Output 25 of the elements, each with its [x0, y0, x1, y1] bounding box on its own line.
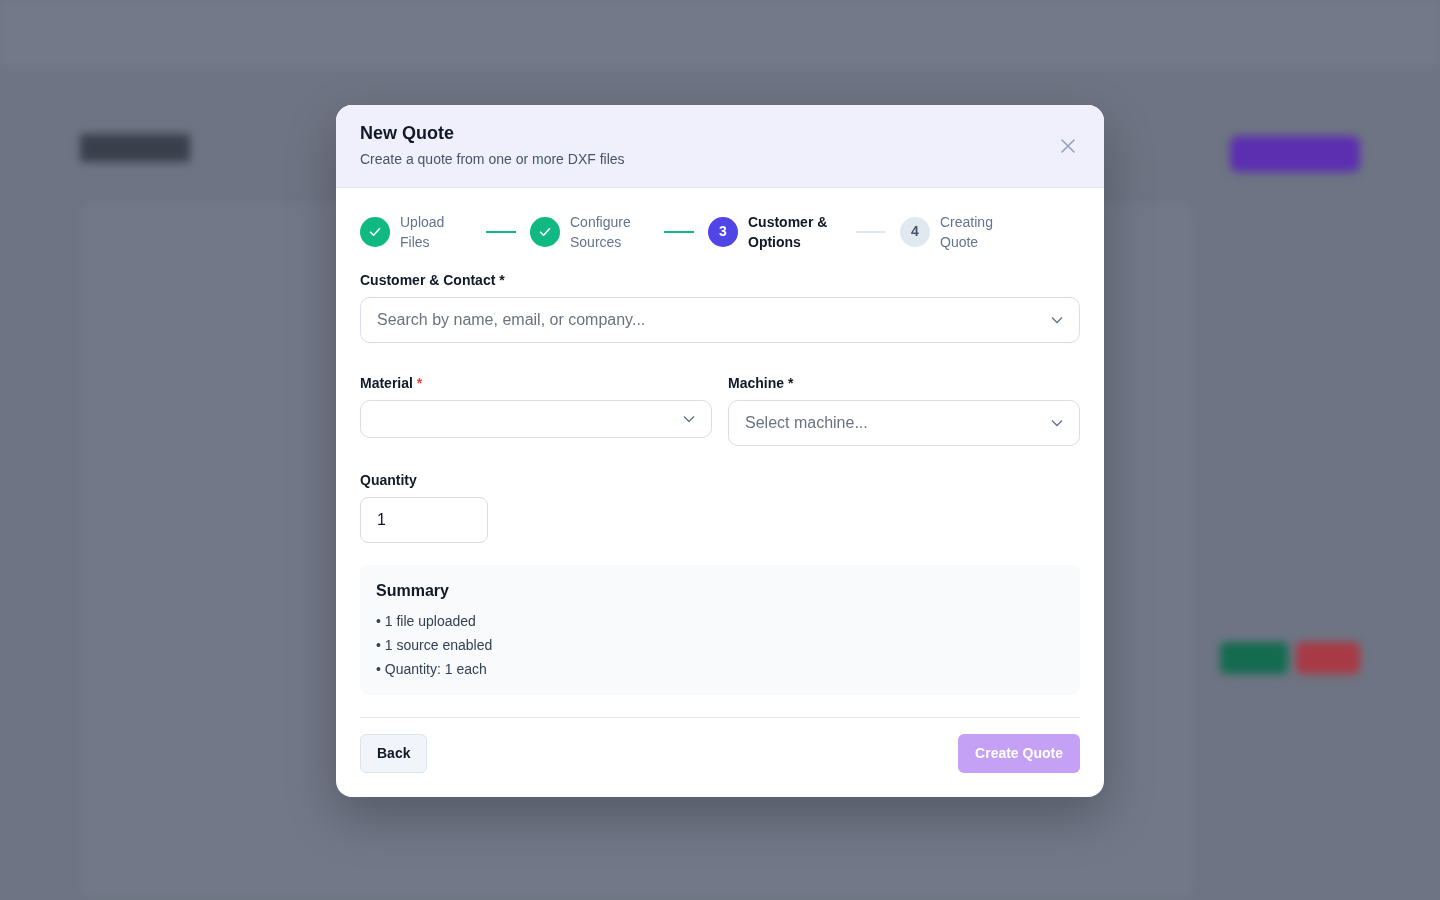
chevron-down-icon [1051, 419, 1063, 428]
field-label: Machine * [728, 373, 795, 393]
material-select[interactable] [360, 399, 712, 438]
step-label: Upload Files [400, 212, 446, 252]
back-button[interactable]: Back [360, 733, 428, 773]
step-label: Customer & Options [748, 212, 829, 252]
dialog-subtitle: Create a quote from one or more DXF files [360, 149, 625, 169]
summary-item: • Quantity: 1 each [376, 659, 488, 679]
customer-select[interactable]: Search by name, email, or company... [360, 296, 1080, 343]
summary-title: Summary [376, 580, 450, 601]
chevron-down-icon [683, 415, 695, 424]
close-icon [1060, 138, 1076, 155]
step-label: Creating Quote [940, 212, 994, 252]
field-label: Material * [360, 373, 424, 393]
chevron-down-icon [1051, 316, 1063, 325]
summary-item: • 1 source enabled [376, 635, 494, 655]
step-number: 3 [708, 216, 738, 247]
dialog-title: New Quote [360, 123, 455, 145]
step-label: Configure Sources [570, 212, 632, 252]
quantity-input[interactable]: 1 [360, 496, 488, 543]
field-label: Customer & Contact * [360, 270, 506, 290]
summary-item: • 1 file uploaded [376, 611, 477, 631]
field-label: Quantity [360, 470, 418, 490]
machine-select[interactable]: Select machine... [728, 399, 1080, 446]
step-number: 4 [900, 216, 930, 247]
